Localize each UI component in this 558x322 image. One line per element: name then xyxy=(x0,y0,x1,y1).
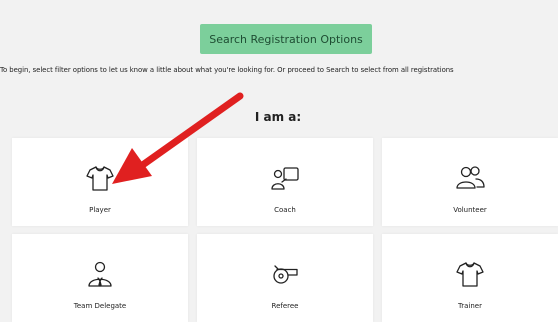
role-label: Player xyxy=(89,206,111,214)
role-label: Referee xyxy=(271,302,299,310)
role-card-team-delegate[interactable]: Team Delegate xyxy=(12,234,188,322)
role-card-coach[interactable]: Coach xyxy=(197,138,373,226)
role-card-player[interactable]: Player xyxy=(12,138,188,226)
role-label: Team Delegate xyxy=(73,302,127,310)
delegate-icon xyxy=(88,261,112,287)
role-card-volunteer[interactable]: Volunteer xyxy=(382,138,558,226)
intro-text: To begin, select filter options to let u… xyxy=(0,66,454,74)
shirt-icon xyxy=(456,262,484,287)
whistle-icon xyxy=(273,265,298,284)
people-icon xyxy=(456,166,485,189)
role-card-trainer[interactable]: Trainer xyxy=(382,234,558,322)
role-label: Volunteer xyxy=(453,206,487,214)
coach-icon xyxy=(271,167,299,190)
search-registration-options-button[interactable]: Search Registration Options xyxy=(200,24,372,54)
role-card-referee[interactable]: Referee xyxy=(197,234,373,322)
shirt-icon xyxy=(86,166,114,191)
i-am-heading: I am a: xyxy=(254,110,302,124)
role-label: Trainer xyxy=(458,302,482,310)
role-label: Coach xyxy=(274,206,296,214)
